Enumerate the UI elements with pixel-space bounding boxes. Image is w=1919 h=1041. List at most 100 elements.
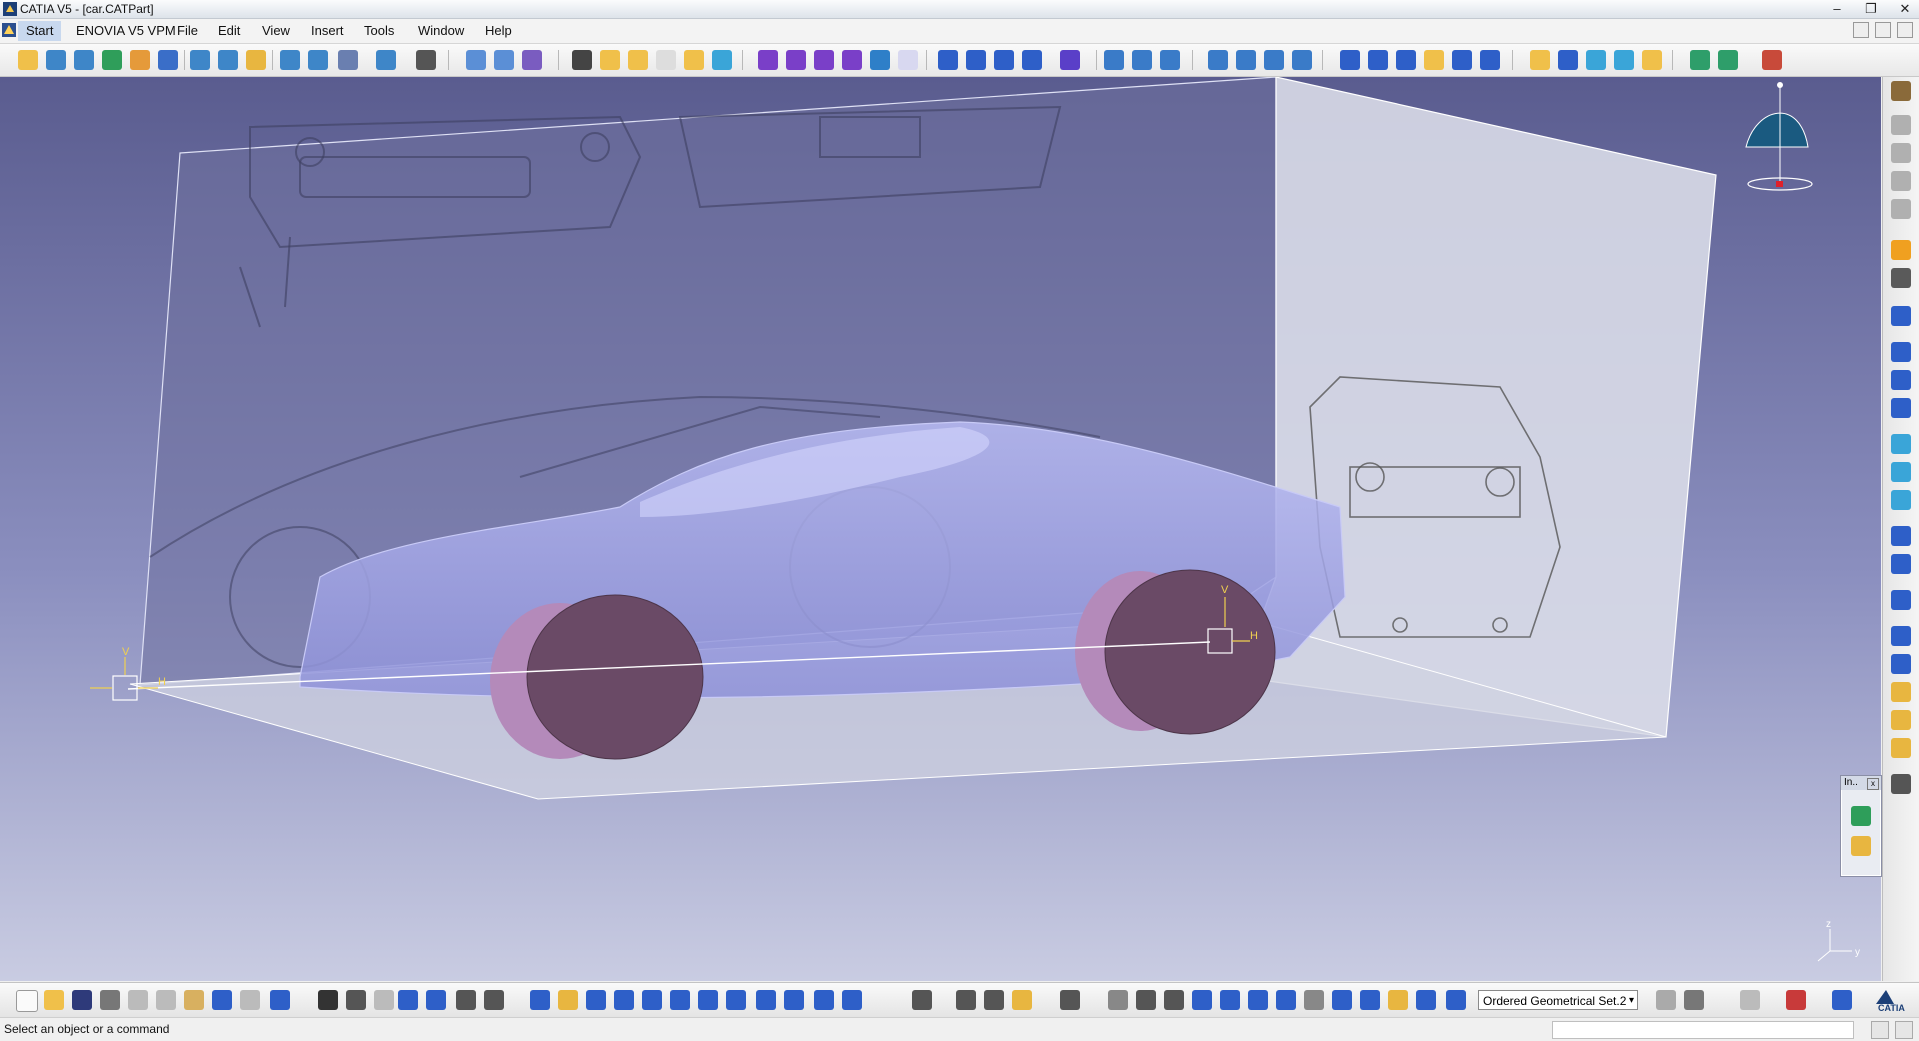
work-on-support-icon[interactable] xyxy=(1220,990,1240,1010)
curvature-icon[interactable] xyxy=(1891,738,1911,758)
thickness-icon[interactable] xyxy=(870,50,890,70)
product-structure-icon[interactable] xyxy=(1891,81,1911,101)
orientation-icon[interactable] xyxy=(1136,990,1156,1010)
update-icon[interactable] xyxy=(1891,171,1911,191)
healing-icon[interactable] xyxy=(376,50,396,70)
floating-toolbar-panel[interactable]: In.. x xyxy=(1840,775,1882,877)
new-document-icon[interactable] xyxy=(16,990,38,1012)
pocket-icon[interactable] xyxy=(966,50,986,70)
pan-icon[interactable] xyxy=(586,990,606,1010)
doc-restore-button[interactable] xyxy=(1875,22,1891,38)
line-tool-icon[interactable] xyxy=(1891,370,1911,390)
capture-camera-icon[interactable] xyxy=(1060,990,1080,1010)
tools-icon[interactable] xyxy=(1891,774,1911,794)
intersection-icon[interactable] xyxy=(1396,50,1416,70)
open-folder-icon[interactable] xyxy=(44,990,64,1010)
inertia-icon[interactable] xyxy=(1718,50,1738,70)
connect-curve-icon[interactable] xyxy=(1558,50,1578,70)
chevron-down-icon[interactable]: ▾ xyxy=(1629,991,1634,1011)
paste-icon[interactable] xyxy=(184,990,204,1010)
normal-view-icon[interactable] xyxy=(698,990,718,1010)
sketch-icon[interactable] xyxy=(18,50,38,70)
projection-icon[interactable] xyxy=(1368,50,1388,70)
plane-tool-icon[interactable] xyxy=(1891,398,1911,418)
scaling-icon[interactable] xyxy=(684,50,704,70)
fillet-icon[interactable] xyxy=(786,50,806,70)
grid-snap-icon[interactable] xyxy=(1192,990,1212,1010)
front-wheel[interactable] xyxy=(490,594,704,760)
status-button-1[interactable] xyxy=(1871,1021,1889,1039)
cut-icon[interactable] xyxy=(128,990,148,1010)
extrude-tool-icon[interactable] xyxy=(1891,434,1911,454)
spelling-icon[interactable] xyxy=(1740,990,1760,1010)
design-table-icon[interactable] xyxy=(484,990,504,1010)
comment-icon[interactable] xyxy=(346,990,366,1010)
list-icon[interactable] xyxy=(1416,990,1436,1010)
reflect-line-icon[interactable] xyxy=(1452,50,1472,70)
menu-tools[interactable]: Tools xyxy=(364,23,394,38)
pattern-icon[interactable] xyxy=(1340,50,1360,70)
spiral-icon[interactable] xyxy=(1292,50,1312,70)
curve-icon[interactable] xyxy=(1208,50,1228,70)
projection-tool-icon[interactable] xyxy=(1891,626,1911,646)
spline-icon[interactable] xyxy=(1236,50,1256,70)
workbench-icon[interactable] xyxy=(1762,50,1782,70)
sweep-tool-icon[interactable] xyxy=(1891,490,1911,510)
menu-insert[interactable]: Insert xyxy=(311,23,344,38)
draft-analysis-icon[interactable] xyxy=(1891,710,1911,730)
translate-icon[interactable] xyxy=(600,50,620,70)
law-icon[interactable] xyxy=(456,990,476,1010)
boolean-icon[interactable] xyxy=(416,50,436,70)
align-icon[interactable] xyxy=(1332,990,1352,1010)
redo-icon[interactable] xyxy=(240,990,260,1010)
split-icon[interactable] xyxy=(466,50,486,70)
helix-icon[interactable] xyxy=(1264,50,1284,70)
restore-button[interactable]: ❐ xyxy=(1863,1,1879,17)
graph-icon[interactable] xyxy=(1832,990,1852,1010)
measure-icon[interactable] xyxy=(1690,50,1710,70)
multi-section-icon[interactable] xyxy=(280,50,300,70)
analysis-icon[interactable] xyxy=(1012,990,1032,1010)
fill-icon[interactable] xyxy=(246,50,266,70)
measure-between-icon[interactable] xyxy=(1891,268,1911,288)
materials-icon[interactable] xyxy=(1786,990,1806,1010)
affinity-icon[interactable] xyxy=(712,50,732,70)
model-scene[interactable]: V H V H z y xyxy=(0,77,1881,981)
geometrical-set-icon[interactable] xyxy=(1446,990,1466,1010)
lock-icon[interactable] xyxy=(1656,990,1676,1010)
knowledge-icon[interactable] xyxy=(1891,199,1911,219)
body-frame-icon[interactable] xyxy=(1684,990,1704,1010)
blend-icon[interactable] xyxy=(308,50,328,70)
rotate-icon[interactable] xyxy=(628,50,648,70)
rotate-view-icon[interactable] xyxy=(614,990,634,1010)
formula-icon[interactable] xyxy=(318,990,338,1010)
catalog-icon[interactable] xyxy=(1891,115,1911,135)
cylinder-icon[interactable] xyxy=(130,50,150,70)
corner-icon[interactable] xyxy=(1530,50,1550,70)
menu-enovia[interactable]: ENOVIA V5 VPM xyxy=(76,23,176,38)
analysis-tool-icon[interactable] xyxy=(1891,682,1911,702)
plane-icon[interactable] xyxy=(1642,50,1662,70)
menu-edit[interactable]: Edit xyxy=(218,23,240,38)
select-arrow-icon[interactable] xyxy=(1891,240,1911,260)
grid-tool-icon[interactable] xyxy=(1891,654,1911,674)
floating-formula-icon[interactable] xyxy=(1851,836,1871,856)
set-active-icon[interactable] xyxy=(1388,990,1408,1010)
join-icon[interactable] xyxy=(338,50,358,70)
measure-tool-icon[interactable] xyxy=(984,990,1004,1010)
cube-view-icon[interactable] xyxy=(1276,990,1296,1010)
revolve-icon[interactable] xyxy=(74,50,94,70)
rear-wheel[interactable] xyxy=(1075,569,1276,735)
sphere-icon[interactable] xyxy=(102,50,122,70)
whats-this-icon[interactable] xyxy=(270,990,290,1010)
point-tool-icon[interactable] xyxy=(1891,342,1911,362)
multi-view-icon[interactable] xyxy=(726,990,746,1010)
pad-icon[interactable] xyxy=(938,50,958,70)
knowledge-advisor-icon[interactable] xyxy=(374,990,394,1010)
stiffener-icon[interactable] xyxy=(1160,50,1180,70)
combine-icon[interactable] xyxy=(1424,50,1444,70)
hole-icon[interactable] xyxy=(1060,50,1080,70)
close-button[interactable]: ✕ xyxy=(1897,1,1913,17)
geometrical-set-select[interactable]: Ordered Geometrical Set.2 ▾ xyxy=(1478,990,1638,1010)
extract-icon[interactable] xyxy=(758,50,778,70)
